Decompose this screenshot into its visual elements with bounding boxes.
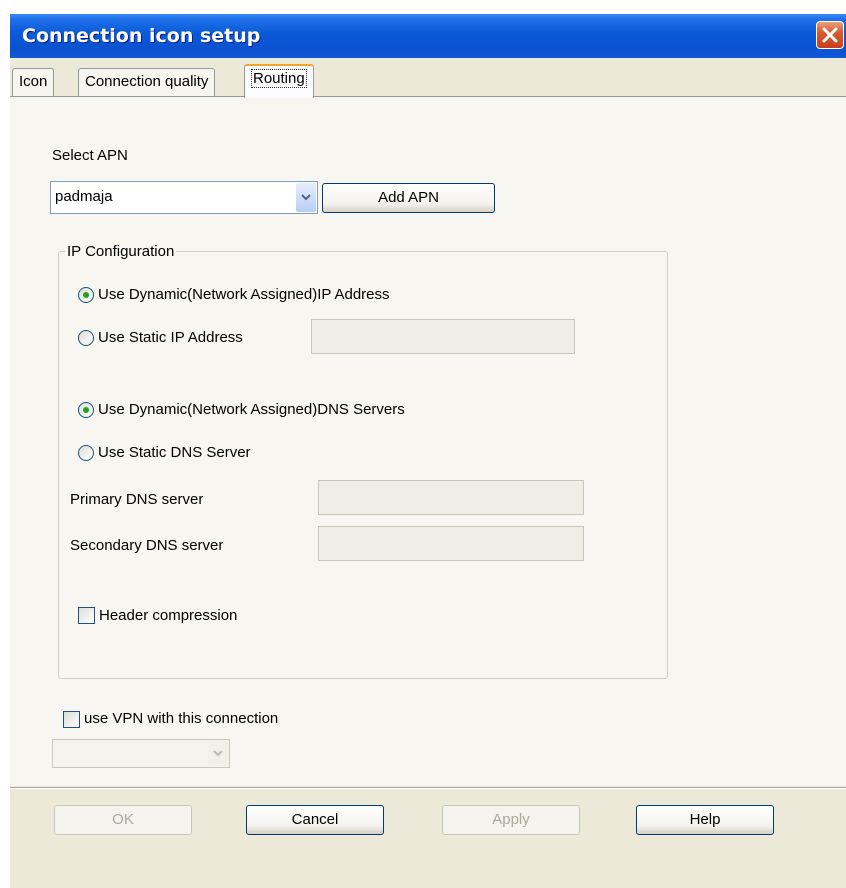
ip-configuration-title: IP Configuration [65,243,177,260]
use-vpn-checkbox[interactable] [63,711,80,728]
chevron-down-icon [301,194,311,201]
vpn-select[interactable] [52,739,230,768]
primary-dns-label: Primary DNS server [70,491,204,508]
static-ip-radio[interactable] [78,330,94,346]
apn-select-value: padmaja [55,188,113,205]
static-dns-radio[interactable] [78,445,94,461]
static-ip-label: Use Static IP Address [98,329,243,346]
close-button[interactable] [816,21,844,49]
chevron-down-icon [213,750,223,757]
tab-connection-quality[interactable]: Connection quality [78,68,216,96]
header-compression-label: Header compression [99,607,238,624]
dynamic-dns-label: Use Dynamic(Network Assigned)DNS Servers [98,401,405,418]
primary-dns-field[interactable] [318,480,584,515]
tab-icon[interactable]: Icon [12,68,55,96]
cancel-button[interactable]: Cancel [246,805,384,835]
apn-select[interactable]: padmaja [50,181,318,214]
help-button[interactable]: Help [636,805,774,835]
close-icon [822,27,838,43]
select-apn-label: Select APN [52,147,128,164]
footer-separator [10,787,846,789]
dynamic-dns-radio[interactable] [78,402,94,418]
tab-connection-quality-label: Connection quality [85,73,209,90]
tab-strip: Icon Connection quality Routing [10,62,846,98]
ok-button[interactable]: OK [54,805,192,835]
routing-panel: Select APN padmaja Add APN IP Configurat… [10,96,846,789]
tab-icon-label: Icon [19,73,48,90]
secondary-dns-label: Secondary DNS server [70,537,224,554]
apn-dropdown-button[interactable] [296,183,316,212]
dynamic-ip-label: Use Dynamic(Network Assigned)IP Address [98,286,390,303]
vpn-dropdown-button[interactable] [208,741,228,766]
add-apn-button[interactable]: Add APN [322,183,495,213]
dialog-window: Connection icon setup Icon Connection qu… [10,14,846,888]
apply-button[interactable]: Apply [442,805,580,835]
static-dns-label: Use Static DNS Server [98,444,251,461]
title-bar[interactable]: Connection icon setup [10,14,846,58]
header-compression-checkbox[interactable] [78,607,95,624]
secondary-dns-field[interactable] [318,526,584,561]
tab-routing-label: Routing [251,69,307,88]
static-ip-field[interactable] [311,319,575,354]
window-title: Connection icon setup [22,25,261,47]
dynamic-ip-radio[interactable] [78,287,94,303]
use-vpn-label: use VPN with this connection [84,710,279,727]
tab-routing[interactable]: Routing [244,64,314,98]
